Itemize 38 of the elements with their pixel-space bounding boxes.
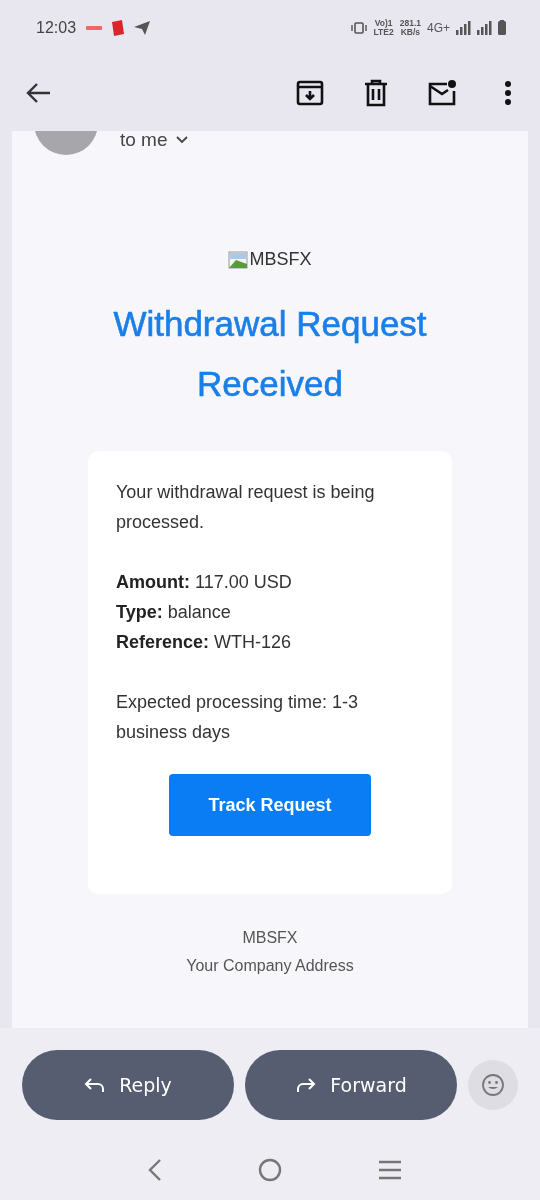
paper-plane-icon [134,20,151,35]
home-icon[interactable] [258,1158,282,1182]
delete-icon[interactable] [362,79,390,107]
back-icon[interactable] [148,1158,162,1182]
signal-icon [456,20,471,35]
footer-text: Your Company Address [186,956,354,976]
clock-time: 12:03 [36,18,77,37]
recent-apps-icon[interactable] [378,1160,402,1180]
emoji-button[interactable] [468,1060,518,1110]
email-title: Withdrawal Request Received [112,303,428,405]
lte-label: LTE2 [373,27,394,37]
recipient-toggle[interactable]: to me [120,131,188,151]
book-icon [112,19,125,36]
smiley-icon [481,1073,505,1097]
network-speed: 281.1 [399,18,421,28]
vibrate-icon [349,21,368,34]
broken-image-icon [228,250,249,269]
battery-icon [498,20,506,35]
footer-text: MBSFX [242,928,298,948]
speed-unit: KB/s [400,27,421,37]
unread-mail-icon[interactable] [428,79,456,107]
reply-button[interactable]: Reply [22,1050,234,1120]
detail-line: Amount: 117.00 USD [116,571,293,594]
signal-icon [477,20,492,35]
chevron-down-icon [175,136,188,144]
message-text: Expected processing time: 1-3 business days [116,691,360,744]
forward-button[interactable]: Forward [245,1050,457,1120]
network-type: 4G+ [427,20,450,35]
forward-arrow-icon [295,1077,317,1093]
detail-line: Reference: WTH-126 [116,631,293,654]
track-request-button[interactable]: Track Request [169,774,371,836]
logo-alt-text: MBSFX [249,249,312,270]
detail-line: Type: balance [116,601,232,624]
message-text: Your withdrawal request is being processed. [116,481,376,534]
archive-icon[interactable] [296,79,324,107]
reply-arrow-icon [84,1077,106,1093]
volte-label: Vo)1 [374,18,393,28]
back-arrow-icon[interactable] [25,82,51,104]
